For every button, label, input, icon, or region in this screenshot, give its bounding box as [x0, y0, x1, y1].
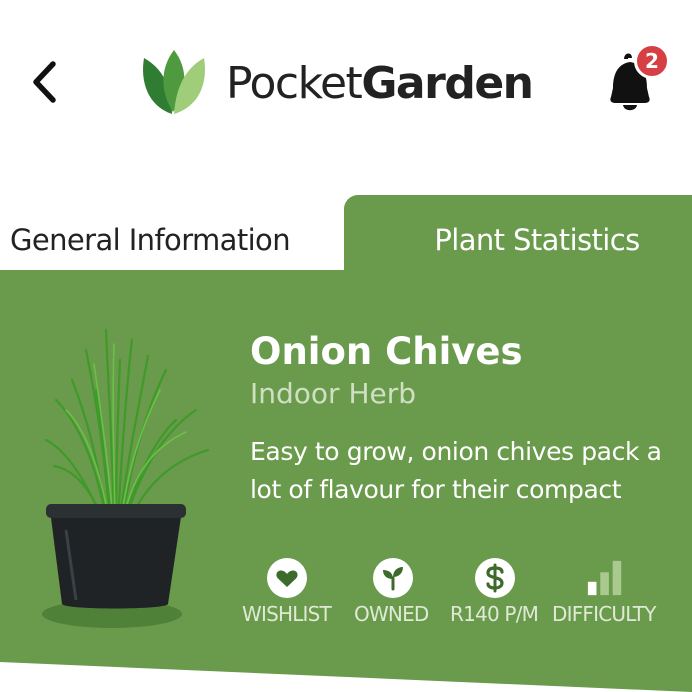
potted-chives-image: [42, 328, 210, 628]
chevron-left-icon: [33, 61, 56, 103]
app-header: PocketGarden 2: [0, 0, 692, 170]
dollar-icon: [475, 558, 515, 598]
plant-name: Onion Chives: [250, 330, 523, 373]
sprout-icon: [373, 558, 413, 598]
brand-name-bold: Garden: [361, 58, 534, 109]
heart-icon: [267, 558, 307, 598]
tab-plant-statistics[interactable]: Plant Statistics: [344, 195, 692, 275]
difficulty-bars-icon: [587, 560, 622, 596]
leaf-logo-icon: [143, 50, 205, 114]
bottom-divider: [0, 662, 692, 692]
plant-description: Easy to grow, onion chives pack a lot of…: [250, 437, 662, 504]
difficulty-label: DIFFICULTY: [552, 602, 656, 626]
tab-general-information[interactable]: General Information: [0, 195, 344, 275]
plant-category: Indoor Herb: [250, 377, 417, 410]
price-label: R140 P/M: [450, 602, 539, 626]
notification-badge: 2: [634, 43, 670, 79]
wishlist-button[interactable]: WISHLIST: [242, 558, 334, 626]
plant-card: Onion Chives Indoor Herb Easy to grow, o…: [0, 270, 692, 692]
tab-bar: General Information Plant Statistics: [0, 195, 692, 275]
brand-name: PocketGarden: [226, 56, 534, 112]
price-info[interactable]: R140 P/M: [450, 558, 546, 626]
owned-label: OWNED: [354, 602, 429, 626]
wishlist-label: WISHLIST: [242, 602, 332, 626]
owned-button[interactable]: OWNED: [354, 558, 434, 626]
brand-name-light: Pocket: [226, 58, 363, 109]
app-logo: PocketGarden: [140, 48, 560, 116]
difficulty-info[interactable]: DIFFICULTY: [552, 558, 664, 626]
back-button[interactable]: [26, 58, 66, 106]
